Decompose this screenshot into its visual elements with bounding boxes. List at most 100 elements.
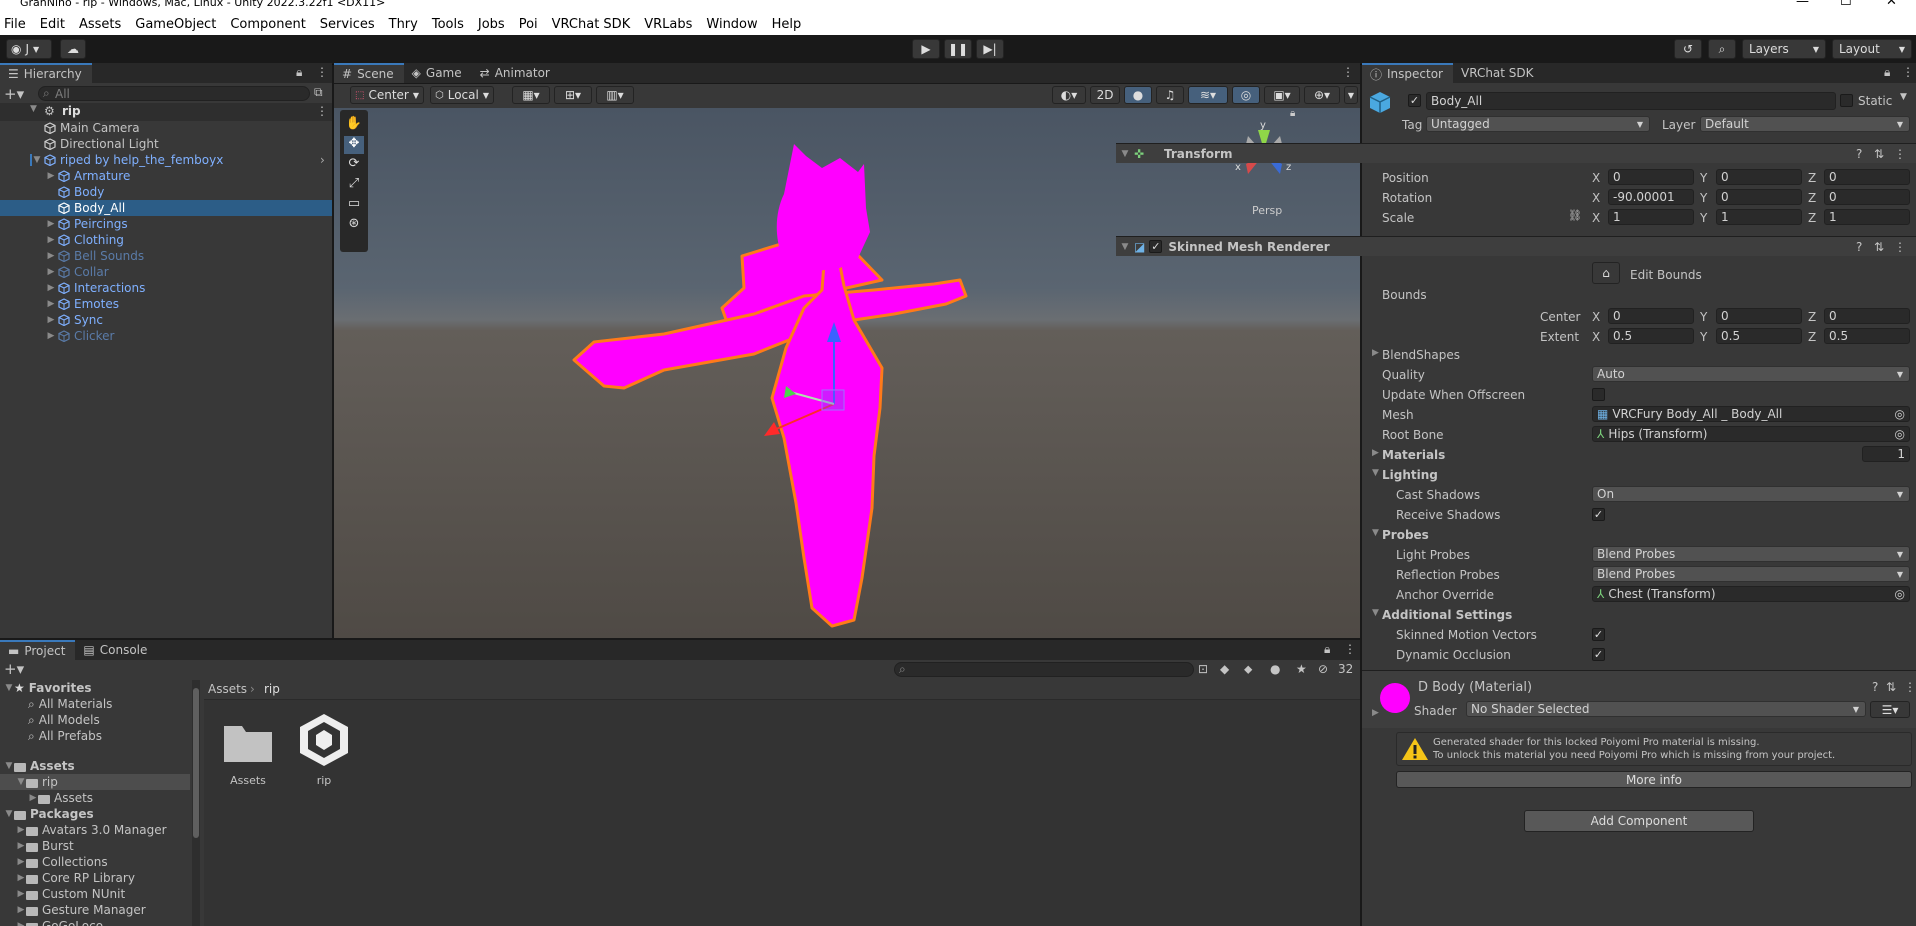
pivot-center-dropdown[interactable]: ⬚ Center ▼: [350, 86, 424, 104]
more-icon[interactable]: ⋮: [316, 104, 328, 118]
scene-viewport[interactable]: y x z 🔒︎ Persp ✋ ✥ ⟳ ⤢ ▭ ⊛: [334, 108, 1360, 638]
breadcrumb-rip[interactable]: rip: [264, 682, 280, 696]
package-item[interactable]: ▶ Collections: [0, 854, 108, 870]
collapsed-arrow-icon[interactable]: ▶: [46, 235, 56, 245]
more-icon[interactable]: ⋮: [1344, 642, 1356, 656]
step-button[interactable]: ▶|: [976, 39, 1004, 59]
vector-x-input[interactable]: 0.5: [1608, 328, 1694, 344]
add-component-button[interactable]: Add Component: [1524, 810, 1754, 832]
object-picker-icon[interactable]: ◎: [1895, 427, 1905, 441]
menu-item-jobs[interactable]: Jobs: [478, 17, 505, 32]
cloud-button[interactable]: ☁: [60, 39, 86, 59]
root-bone-field[interactable]: ⅄ Hips (Transform) ◎: [1592, 426, 1910, 442]
hierarchy-item[interactable]: Body_All: [0, 200, 332, 216]
hand-tool-icon[interactable]: ✋: [344, 116, 364, 134]
menu-item-services[interactable]: Services: [320, 17, 375, 32]
menu-item-help[interactable]: Help: [772, 17, 802, 32]
menu-item-vrlabs[interactable]: VRLabs: [644, 17, 692, 32]
effects-toggle[interactable]: ≋▾: [1188, 86, 1228, 104]
smr-enabled-checkbox[interactable]: ✓: [1149, 240, 1163, 253]
scene-header-row[interactable]: ▼ ⚙ rip ⋮: [0, 103, 332, 121]
pivot-local-dropdown[interactable]: ⬡ Local ▼: [430, 86, 494, 104]
hierarchy-item[interactable]: ▶ Bell Sounds: [0, 248, 332, 264]
menu-item-window[interactable]: Window: [706, 17, 757, 32]
collapsed-arrow-icon[interactable]: ▶: [16, 873, 26, 883]
menu-item-poi[interactable]: Poi: [519, 17, 538, 32]
collapsed-arrow-icon[interactable]: ▶: [46, 251, 56, 261]
hierarchy-item[interactable]: Directional Light: [0, 136, 332, 152]
vector-y-input[interactable]: 0: [1716, 308, 1802, 324]
vector-y-input[interactable]: 0: [1716, 169, 1802, 185]
close-icon[interactable]: ✕: [1886, 0, 1897, 9]
mesh-field[interactable]: ▦ VRCFury Body_All _ Body_All ◎: [1592, 406, 1910, 422]
anchor-override-field[interactable]: ⅄ Chest (Transform) ◎: [1592, 586, 1910, 602]
package-item[interactable]: ▶ Avatars 3.0 Manager: [0, 822, 167, 838]
account-dropdown[interactable]: ◉ J ▼: [6, 39, 52, 59]
more-info-button[interactable]: More info: [1396, 771, 1912, 788]
audio-toggle[interactable]: ♫: [1156, 86, 1184, 104]
create-icon[interactable]: +▾: [4, 660, 24, 678]
play-button[interactable]: ▶: [912, 39, 940, 59]
tab-animator[interactable]: ⇄ Animator: [472, 63, 560, 83]
package-item[interactable]: ▶ Core RP Library: [0, 870, 135, 886]
tree-item-assets[interactable]: ▶ Assets: [0, 790, 94, 806]
vector-x-input[interactable]: -90.00001: [1608, 189, 1694, 205]
smr-header[interactable]: ▼ ◪ ✓ Skinned Mesh Renderer ? ⇅ ⋮: [1116, 236, 1916, 256]
collapsed-arrow-icon[interactable]: ▶: [16, 921, 26, 926]
move-tool-icon[interactable]: ✥: [344, 136, 364, 154]
hierarchy-item[interactable]: ▶ Interactions: [0, 280, 332, 296]
tab-hierarchy[interactable]: ☰ Hierarchy: [0, 63, 92, 83]
package-item[interactable]: ▶ Burst: [0, 838, 74, 854]
object-picker-icon[interactable]: ◎: [1895, 587, 1905, 601]
persp-label[interactable]: Persp: [1252, 204, 1282, 217]
collapsed-arrow-icon[interactable]: ▶: [16, 841, 26, 851]
vector-y-input[interactable]: 1: [1716, 209, 1802, 225]
assets-header[interactable]: ▼ Assets: [0, 758, 75, 774]
transform-header[interactable]: ▼ ✜ Transform ? ⇅ ⋮: [1116, 143, 1916, 163]
hierarchy-item[interactable]: ▶ Emotes: [0, 296, 332, 312]
collapsed-arrow-icon[interactable]: ▶: [16, 905, 26, 915]
help-icon[interactable]: ?: [1856, 240, 1862, 254]
hierarchy-item[interactable]: ▼ riped by help_the_femboyx ›: [0, 152, 332, 168]
maximize-icon[interactable]: ☐: [1840, 0, 1852, 9]
collapsed-arrow-icon[interactable]: ▶: [16, 825, 26, 835]
add-icon[interactable]: +▾: [4, 85, 24, 103]
hierarchy-item[interactable]: ▶ Clicker: [0, 328, 332, 344]
increment-snap-toggle[interactable]: ▥▾: [596, 86, 634, 104]
grid-toggle[interactable]: ▦▾: [512, 86, 550, 104]
undo-history-button[interactable]: ↺: [1674, 39, 1702, 59]
gizmos-dropdown[interactable]: ⊕▾: [1304, 86, 1340, 104]
tag-dropdown[interactable]: Untagged ▼: [1426, 116, 1650, 132]
materials-size-input[interactable]: 1: [1862, 446, 1910, 462]
tab-project[interactable]: ▬ Project: [0, 640, 76, 660]
lighting-toggle[interactable]: ●: [1124, 86, 1152, 104]
tree-scrollbar[interactable]: [192, 680, 200, 926]
vector-z-input[interactable]: 1: [1824, 209, 1910, 225]
tab-scene[interactable]: # Scene: [334, 63, 404, 83]
layers-dropdown[interactable]: Layers ▼: [1742, 39, 1826, 59]
visibility-toggle[interactable]: ◎: [1232, 86, 1260, 104]
object-picker-icon[interactable]: ◎: [1895, 407, 1905, 421]
tag-icon[interactable]: ⬥: [1244, 662, 1252, 677]
favorite-item[interactable]: ⌕ All Models: [0, 712, 100, 728]
vector-y-input[interactable]: 0.5: [1716, 328, 1802, 344]
hierarchy-item[interactable]: Main Camera: [0, 120, 332, 136]
menu-item-gameobject[interactable]: GameObject: [135, 17, 216, 32]
pause-button[interactable]: ❚❚: [944, 39, 972, 59]
layer-dropdown[interactable]: Default ▼: [1700, 116, 1910, 132]
reflection-probes-dropdown[interactable]: Blend Probes ▼: [1592, 566, 1910, 582]
collapsed-arrow-icon[interactable]: ▶: [46, 283, 56, 293]
menu-item-thry[interactable]: Thry: [389, 17, 418, 32]
hierarchy-item[interactable]: ▶ Clothing: [0, 232, 332, 248]
rect-tool-icon[interactable]: ▭: [344, 196, 364, 214]
vector-z-input[interactable]: 0: [1824, 189, 1910, 205]
collapsed-arrow-icon[interactable]: ▶: [16, 857, 26, 867]
cast-shadows-dropdown[interactable]: On ▼: [1592, 486, 1910, 502]
menu-item-edit[interactable]: Edit: [40, 17, 65, 32]
hierarchy-item[interactable]: Body: [0, 184, 332, 200]
hierarchy-item[interactable]: ▶ Collar: [0, 264, 332, 280]
more-icon[interactable]: ⋮: [1902, 65, 1914, 79]
motion-vectors-checkbox[interactable]: ✓: [1592, 628, 1605, 641]
menu-item-vrchat-sdk[interactable]: VRChat SDK: [552, 17, 631, 32]
search-by-label-icon[interactable]: ◆: [1220, 662, 1229, 676]
